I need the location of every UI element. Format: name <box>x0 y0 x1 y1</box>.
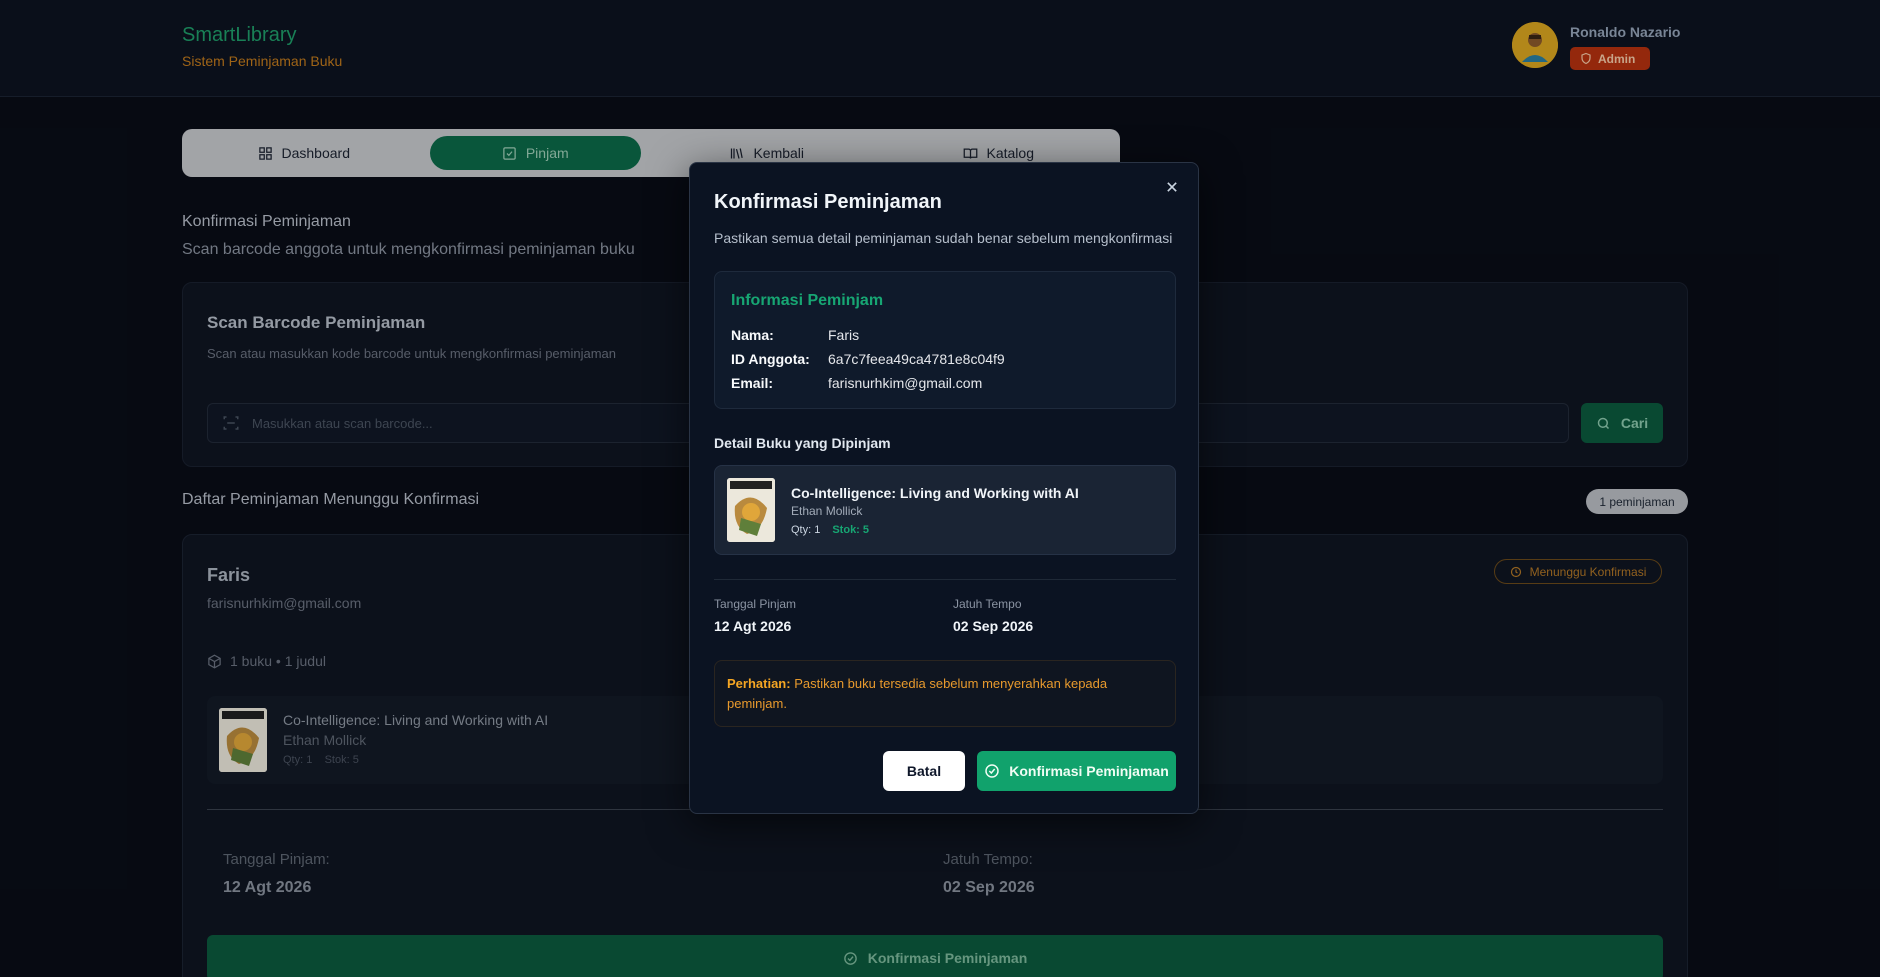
email-value: farisnurhkim@gmail.com <box>828 375 983 391</box>
dialog-book-item: Co-Intelligence: Living and Working with… <box>714 465 1176 555</box>
confirm-button[interactable]: Konfirmasi Peminjaman <box>977 751 1176 791</box>
due-date-value: 02 Sep 2026 <box>953 618 1034 634</box>
confirm-dialog: Konfirmasi Peminjaman Pastikan semua det… <box>689 162 1199 814</box>
loan-date-value: 12 Agt 2026 <box>714 618 792 634</box>
loan-date-label: Tanggal Pinjam <box>714 597 797 611</box>
books-section-title: Detail Buku yang Dipinjam <box>714 435 891 451</box>
check-circle-icon <box>985 764 999 778</box>
borrower-info-title: Informasi Peminjam <box>731 292 884 309</box>
dialog-subtitle: Pastikan semua detail peminjaman sudah b… <box>714 230 1173 246</box>
book-title: Co-Intelligence: Living and Working with… <box>791 485 1079 501</box>
id-label: ID Anggota: <box>731 351 810 367</box>
dialog-title: Konfirmasi Peminjaman <box>714 191 942 213</box>
info-row-email: Email: farisnurhkim@gmail.com <box>731 375 982 391</box>
book-cover <box>727 478 775 542</box>
book-author: Ethan Mollick <box>791 504 863 518</box>
warning-label: Perhatian: <box>727 676 791 691</box>
divider <box>714 579 1176 580</box>
book-cover-icon <box>727 478 775 542</box>
book-stock-value: Stok: 5 <box>832 524 870 536</box>
book-qty-value: Qty: 1 <box>791 524 821 536</box>
info-row-name: Nama: Faris <box>731 327 859 343</box>
name-value: Faris <box>828 327 860 343</box>
close-icon <box>1167 182 1177 192</box>
borrower-info: Informasi Peminjam Nama: Faris ID Anggot… <box>714 271 1176 409</box>
close-button[interactable] <box>1162 177 1182 197</box>
book-qty: Qty: 1 Stok: 5 <box>791 524 869 536</box>
id-value: 6a7c7feea49ca4781e8c04f9 <box>828 351 1005 367</box>
cancel-button[interactable]: Batal <box>883 751 965 791</box>
name-label: Nama: <box>731 327 774 343</box>
email-label: Email: <box>731 375 774 391</box>
info-row-id: ID Anggota: 6a7c7feea49ca4781e8c04f9 <box>731 351 1005 367</box>
confirm-button-label: Konfirmasi Peminjaman <box>1009 763 1169 779</box>
due-date-label: Jatuh Tempo <box>953 597 1022 611</box>
warning-note: Perhatian: Pastikan buku tersedia sebelu… <box>714 660 1176 727</box>
